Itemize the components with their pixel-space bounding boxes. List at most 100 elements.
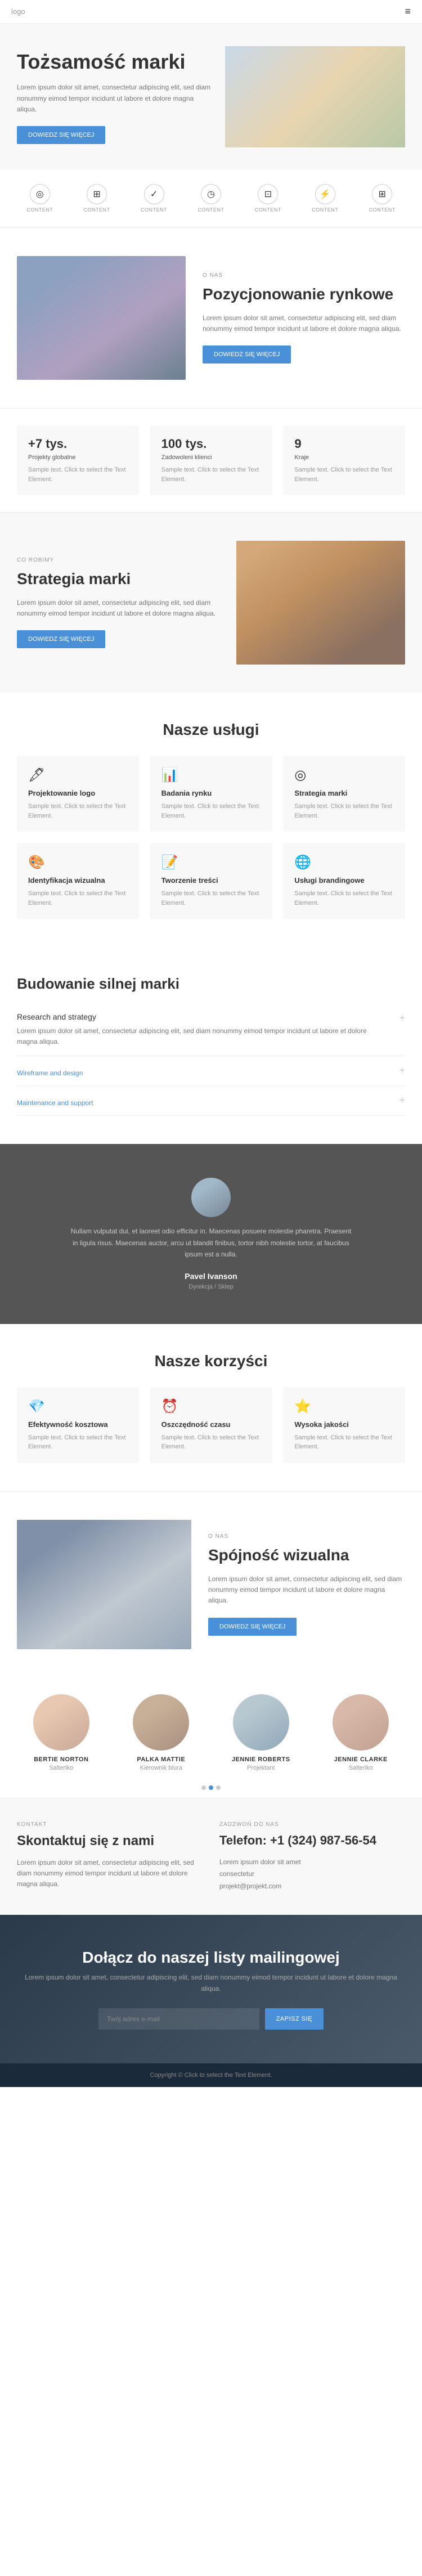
service-icon-2: 📊 xyxy=(161,767,261,783)
benefit-icon-3: ⭐ xyxy=(294,1398,394,1415)
content-icon-6: ⚡ xyxy=(315,184,335,204)
service-card-1: 🖋 Projektowanie logo Sample text. Click … xyxy=(17,756,139,832)
stat-card-3: 9 Kraje Sample text. Click to select the… xyxy=(283,425,405,495)
about-content: O NAS Pozycjonowanie rynkowe Lorem ipsum… xyxy=(203,272,405,364)
benefit-text-2: Sample text. Click to select the Text El… xyxy=(161,1433,261,1452)
build-title: Budowanie silnej marki xyxy=(17,975,405,993)
member-role-3: Projektant xyxy=(217,1765,306,1771)
member-name-1: BERTIE NORTON xyxy=(17,1756,106,1763)
accordion-plus-2[interactable]: + xyxy=(399,1065,405,1076)
about-image xyxy=(17,256,186,380)
visual-label: O NAS xyxy=(208,1533,405,1540)
stat-number-1: +7 tys. xyxy=(28,437,128,451)
testimonial-avatar xyxy=(191,1178,231,1217)
services-grid: 🖋 Projektowanie logo Sample text. Click … xyxy=(17,756,405,919)
visual-cta-button[interactable]: DOWIEDZ SIĘ WIĘCEJ xyxy=(208,1618,297,1636)
team-grid: BERTIE NORTON Salteriko PALKA MATTIE Kie… xyxy=(17,1694,405,1771)
team-member-2: PALKA MATTIE Kierownik biura xyxy=(117,1694,206,1771)
stat-text-2: Sample text. Click to select the Text El… xyxy=(161,465,261,484)
visual-title: Spójność wizualna xyxy=(208,1545,405,1565)
strategy-content: CO ROBIMY Strategia marki Lorem ipsum do… xyxy=(17,557,219,649)
content-icon-1: ◎ xyxy=(30,184,50,204)
visual-text: Lorem ipsum dolor sit amet, consectetur … xyxy=(208,1574,405,1606)
benefit-text-3: Sample text. Click to select the Text El… xyxy=(294,1433,394,1452)
newsletter-email-input[interactable] xyxy=(98,2008,259,2030)
hero-title: Tożsamość marki xyxy=(17,50,214,74)
phone-label: ZADZWOŃ DO NAS xyxy=(219,1821,405,1828)
icon-item-6: ⚡ CONTENT xyxy=(312,184,338,213)
build-section: Budowanie silnej marki Research and stra… xyxy=(0,947,422,1144)
service-title-6: Usługi brandingowe xyxy=(294,876,394,885)
icon-item-1: ◎ CONTENT xyxy=(26,184,53,213)
service-title-3: Strategia marki xyxy=(294,789,394,797)
team-member-1: BERTIE NORTON Salteriko xyxy=(17,1694,106,1771)
hero-cta-button[interactable]: DOWIEDZ SIĘ WIĘCEJ xyxy=(17,126,105,144)
visual-section: O NAS Spójność wizualna Lorem ipsum dolo… xyxy=(0,1492,422,1677)
pagination-dots xyxy=(8,1785,414,1790)
service-icon-1: 🖋 xyxy=(28,767,128,783)
content-icon-3: ✓ xyxy=(144,184,164,204)
stat-card-1: +7 tys. Projekty globalne Sample text. C… xyxy=(17,425,139,495)
service-text-2: Sample text. Click to select the Text El… xyxy=(161,802,261,820)
accordion-plus-1[interactable]: + xyxy=(399,1012,405,1024)
contact-text: Lorem ipsum dolor sit amet, consectetur … xyxy=(17,1857,203,1890)
member-role-1: Salteriko xyxy=(17,1765,106,1771)
service-card-4: 🎨 Identyfikacja wizualna Sample text. Cl… xyxy=(17,843,139,919)
icon-label-3: CONTENT xyxy=(141,207,167,213)
benefit-title-1: Efektywność kosztowa xyxy=(28,1420,128,1429)
dot-2[interactable] xyxy=(209,1785,213,1790)
contact-email: projekt@projekt.com xyxy=(219,1881,405,1893)
newsletter-submit-button[interactable]: ZAPISZ SIĘ xyxy=(265,2008,324,2030)
benefit-title-3: Wysoka jakości xyxy=(294,1420,394,1429)
hero-text: Lorem ipsum dolor sit amet, consectetur … xyxy=(17,82,214,115)
member-avatar-2 xyxy=(133,1694,189,1751)
service-icon-5: 📝 xyxy=(161,854,261,870)
member-role-4: Salteriko xyxy=(317,1765,406,1771)
stats-section: +7 tys. Projekty globalne Sample text. C… xyxy=(0,409,422,512)
contact-title: Skontaktuj się z nami xyxy=(17,1833,203,1849)
menu-icon[interactable]: ≡ xyxy=(405,6,411,17)
benefit-text-1: Sample text. Click to select the Text El… xyxy=(28,1433,128,1452)
accordion-title-1[interactable]: Research and strategy xyxy=(17,1012,399,1021)
stat-text-3: Sample text. Click to select the Text El… xyxy=(294,465,394,484)
newsletter-form: ZAPISZ SIĘ xyxy=(98,2008,324,2030)
member-name-2: PALKA MATTIE xyxy=(117,1756,206,1763)
hero-section: Tożsamość marki Lorem ipsum dolor sit am… xyxy=(0,24,422,170)
member-avatar-3 xyxy=(233,1694,289,1751)
accordion-item-1: Research and strategy Lorem ipsum dolor … xyxy=(17,1004,405,1056)
about-cta-button[interactable]: DOWIEDZ SIĘ WIĘCEJ xyxy=(203,345,291,363)
icon-item-3: ✓ CONTENT xyxy=(141,184,167,213)
accordion-link-2[interactable]: Wireframe and design xyxy=(17,1069,399,1077)
dot-3[interactable] xyxy=(216,1785,221,1790)
service-title-4: Identyfikacja wizualna xyxy=(28,876,128,885)
member-role-2: Kierownik biura xyxy=(117,1765,206,1771)
contact-address-1: Lorem ipsum dolor sit amet xyxy=(219,1856,405,1869)
benefits-grid: 💎 Efektywność kosztowa Sample text. Clic… xyxy=(17,1387,405,1463)
dot-1[interactable] xyxy=(201,1785,206,1790)
member-name-4: JENNIE CLARKE xyxy=(317,1756,406,1763)
stat-text-1: Sample text. Click to select the Text El… xyxy=(28,465,128,484)
visual-content: O NAS Spójność wizualna Lorem ipsum dolo… xyxy=(208,1533,405,1636)
footer-text: Copyright © Click to select the Text Ele… xyxy=(150,2072,272,2079)
contact-address-2: consectetur xyxy=(219,1868,405,1881)
accordion-plus-3[interactable]: + xyxy=(399,1094,405,1106)
testimonial-role: Dyrekcja / Sklep xyxy=(23,1283,399,1290)
about-title: Pozycjonowanie rynkowe xyxy=(203,284,405,304)
team-section: BERTIE NORTON Salteriko PALKA MATTIE Kie… xyxy=(0,1677,422,1777)
services-section: Nasze usługi 🖋 Projektowanie logo Sample… xyxy=(0,693,422,947)
service-card-5: 📝 Tworzenie treści Sample text. Click to… xyxy=(150,843,272,919)
service-card-6: 🌐 Usługi brandingowe Sample text. Click … xyxy=(283,843,405,919)
icon-label-1: CONTENT xyxy=(26,207,53,213)
service-icon-3: ◎ xyxy=(294,767,394,783)
benefit-title-2: Oszczędność czasu xyxy=(161,1420,261,1429)
icon-label-7: CONTENT xyxy=(369,207,396,213)
content-icon-7: ⊞ xyxy=(372,184,392,204)
stat-number-2: 100 tys. xyxy=(161,437,261,451)
service-text-1: Sample text. Click to select the Text El… xyxy=(28,802,128,820)
newsletter-title: Dołącz do naszej listy mailingowej xyxy=(17,1949,405,1967)
accordion-item-3: Maintenance and support + xyxy=(17,1086,405,1116)
benefits-section: Nasze korzyści 💎 Efektywność kosztowa Sa… xyxy=(0,1324,422,1491)
accordion-link-3[interactable]: Maintenance and support xyxy=(17,1099,399,1107)
strategy-cta-button[interactable]: DOWIEDZ SIĘ WIĘCEJ xyxy=(17,630,105,648)
icon-item-7: ⊞ CONTENT xyxy=(369,184,396,213)
